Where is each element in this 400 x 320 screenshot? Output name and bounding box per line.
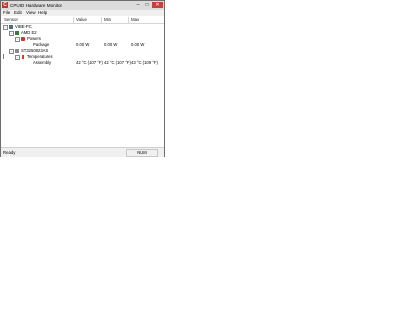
tree-row-cpu[interactable]: − AMD E2 [1,30,164,36]
tree-label-temperatures: Temperatures [27,54,53,59]
tree-row-temperatures[interactable]: − Temperatures [1,54,164,60]
menu-help[interactable]: Help [38,10,47,16]
column-sensor[interactable]: Sensor [4,17,18,23]
thermometer-icon [22,54,24,59]
tree-row-powers[interactable]: − Powers [1,36,164,42]
num-lock-indicator: NUM [126,149,158,157]
hard-drive-icon [15,48,19,53]
column-header: Sensor Value Min Max [1,17,164,24]
app-icon: C [2,2,8,8]
tree-row-pc[interactable]: − VIBE-PC [1,24,164,30]
column-max[interactable]: Max [131,17,139,23]
menu-bar: File Edit View Help [1,10,164,16]
hardware-monitor-window: C CPUID Hardware Monitor – □ ✕ File Edit… [0,0,165,157]
column-value[interactable]: Value [76,17,87,23]
maximize-button[interactable]: □ [143,2,151,8]
power-icon [21,36,25,41]
close-button[interactable]: ✕ [152,2,163,8]
status-text: Ready [3,150,16,155]
title-bar[interactable]: C CPUID Hardware Monitor – □ ✕ [1,1,164,10]
tree-label-drive: ST3250823AS [21,48,49,53]
cpu-icon [15,30,19,35]
tree-label-cpu: AMD E2 [21,30,37,35]
sensor-value: 42 °C (107 °F) [76,60,103,65]
sensor-label-package: Package [33,42,50,47]
column-divider[interactable] [73,17,74,23]
column-divider[interactable] [128,17,129,23]
tree-row-drive[interactable]: − ST3250823AS [1,48,164,54]
sensor-max: 0.00 W [131,42,145,47]
menu-edit[interactable]: Edit [14,10,22,16]
computer-icon [9,24,13,29]
sensor-label-assembly: Assembly [33,60,52,65]
column-min[interactable]: Min [104,17,111,23]
tree-row-assembly[interactable]: Assembly 42 °C (107 °F) 42 °C (107 °F) 4… [1,60,164,65]
sensor-max: 43 °C (109 °F) [131,60,158,65]
sensor-min: 0.00 W [104,42,118,47]
window-title: CPUID Hardware Monitor [10,3,63,8]
tree-label-powers: Powers [27,36,41,41]
column-divider[interactable] [101,17,102,23]
tree-row-package[interactable]: Package 0.00 W 0.00 W 0.00 W [1,42,164,47]
status-bar: Ready NUM [1,147,164,157]
minimize-button[interactable]: – [134,2,142,8]
menu-file[interactable]: File [3,10,10,16]
sensor-value: 0.00 W [76,42,90,47]
tree-connector-line [3,54,4,59]
menu-view[interactable]: View [26,10,36,16]
sensor-min: 42 °C (107 °F) [104,60,131,65]
tree-label-pc: VIBE-PC [15,24,32,29]
